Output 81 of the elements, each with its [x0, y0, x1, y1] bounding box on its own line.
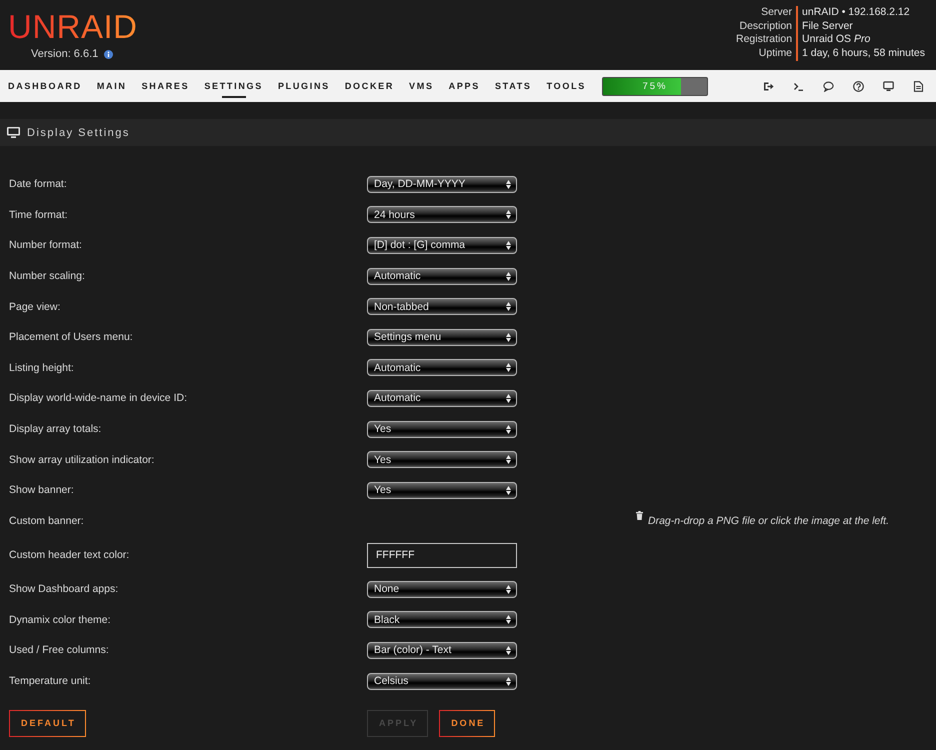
monitor-icon[interactable]	[883, 80, 894, 92]
setting-label: Custom header text color:	[9, 549, 130, 562]
setting-label: Time format:	[9, 208, 69, 221]
dropdown[interactable]: Yes	[367, 420, 517, 438]
dropdown[interactable]: Yes	[367, 451, 517, 468]
dropdown[interactable]: [D] dot : [G] comma	[367, 236, 517, 254]
version-text: Version: 6.6.1	[31, 48, 98, 60]
info-value: Unraid OS Pro	[796, 33, 925, 48]
monitor-icon	[7, 127, 20, 138]
upload-hint: Drag-n-drop a PNG file or click the image at the left.	[648, 514, 890, 527]
nav-tab[interactable]: SHARES	[142, 70, 190, 102]
updown-arrows-icon	[506, 486, 511, 495]
chat-bubble-icon[interactable]	[823, 80, 834, 92]
setting-label: Placement of Users menu:	[9, 331, 134, 344]
dropdown[interactable]: Automatic	[367, 359, 517, 376]
setting-label: Temperature unit:	[9, 675, 92, 687]
setting-label: Dynamix color theme:	[9, 614, 112, 626]
dropdown[interactable]: Bar (color) - Text	[367, 642, 517, 659]
nav-tab[interactable]: STATS	[494, 70, 532, 102]
updown-arrows-icon	[506, 455, 511, 464]
setting-label: Page view:	[9, 300, 62, 313]
updown-arrows-icon	[506, 180, 511, 189]
info-icon[interactable]	[104, 50, 114, 58]
updown-arrows-icon	[506, 646, 511, 655]
dropdown[interactable]: Day, DD-MM-YYYY	[367, 176, 517, 193]
nav-tab[interactable]: VMS	[409, 70, 434, 102]
dropdown[interactable]: 24 hours	[367, 206, 517, 224]
terminal-icon[interactable]	[793, 80, 804, 92]
updown-arrows-icon	[506, 363, 511, 372]
updown-arrows-icon	[506, 210, 511, 220]
dropdown[interactable]: Non-tabbed	[367, 298, 517, 316]
dropdown[interactable]: Yes	[367, 482, 517, 499]
updown-arrows-icon	[506, 394, 511, 403]
nav-tab[interactable]: SETTINGS	[204, 70, 263, 102]
setting-label: Show array utilization indicator:	[9, 454, 156, 466]
setting-label: Custom banner:	[9, 514, 85, 527]
action-button[interactable]: DEFAULT	[9, 710, 86, 737]
trash-icon[interactable]	[636, 510, 643, 520]
setting-label: Number format:	[9, 239, 83, 252]
updown-arrows-icon	[506, 240, 511, 250]
dropdown[interactable]: Automatic	[367, 390, 517, 407]
section-title: Display Settings	[27, 126, 130, 138]
updown-arrows-icon	[506, 584, 511, 594]
setting-label: Show Dashboard apps:	[9, 583, 120, 596]
setting-label: Number scaling:	[9, 270, 86, 282]
setting-label: Display world-wide-name in device ID:	[9, 392, 188, 404]
dropdown[interactable]: None	[367, 580, 517, 598]
nav-tab[interactable]: APPS	[448, 70, 480, 102]
info-label: Description	[738, 20, 794, 34]
setting-label: Show banner:	[9, 484, 75, 496]
action-button[interactable]: DONE	[439, 710, 496, 737]
info-label: Server	[760, 6, 794, 20]
setting-label: Listing height:	[9, 362, 75, 374]
input-field[interactable]: FFFFFF	[367, 542, 517, 568]
updown-arrows-icon	[506, 676, 511, 686]
dropdown[interactable]: Settings menu	[367, 328, 517, 346]
nav-tab[interactable]: PLUGINS	[278, 70, 330, 102]
nav-tab[interactable]: MAIN	[96, 70, 127, 102]
updown-arrows-icon	[506, 302, 511, 312]
dropdown[interactable]: Celsius	[367, 672, 517, 690]
dropdown[interactable]: Automatic	[367, 268, 517, 285]
document-icon[interactable]	[913, 80, 924, 92]
updown-arrows-icon	[506, 332, 511, 342]
info-label: Registration	[736, 33, 794, 48]
info-label: Uptime	[758, 47, 794, 61]
nav-tab[interactable]: TOOLS	[546, 70, 586, 102]
dropdown[interactable]: Black	[367, 611, 517, 628]
exit-arrow-icon[interactable]	[763, 80, 774, 92]
nav-tab[interactable]: DASHBOARD	[8, 70, 82, 102]
updown-arrows-icon	[506, 424, 511, 434]
updown-arrows-icon	[506, 615, 511, 624]
setting-label: Display array totals:	[9, 423, 102, 436]
info-value: unRAID • 192.168.2.12	[796, 6, 925, 20]
info-value: File Server	[796, 20, 925, 34]
setting-label: Used / Free columns:	[9, 644, 110, 656]
utilization-reading: 75%	[641, 80, 668, 94]
info-value: 1 day, 6 hours, 58 minutes	[796, 47, 925, 61]
nav-tab[interactable]: DOCKER	[344, 70, 394, 102]
updown-arrows-icon	[506, 272, 511, 281]
setting-label: Date format:	[9, 178, 68, 190]
help-icon[interactable]	[853, 80, 864, 92]
